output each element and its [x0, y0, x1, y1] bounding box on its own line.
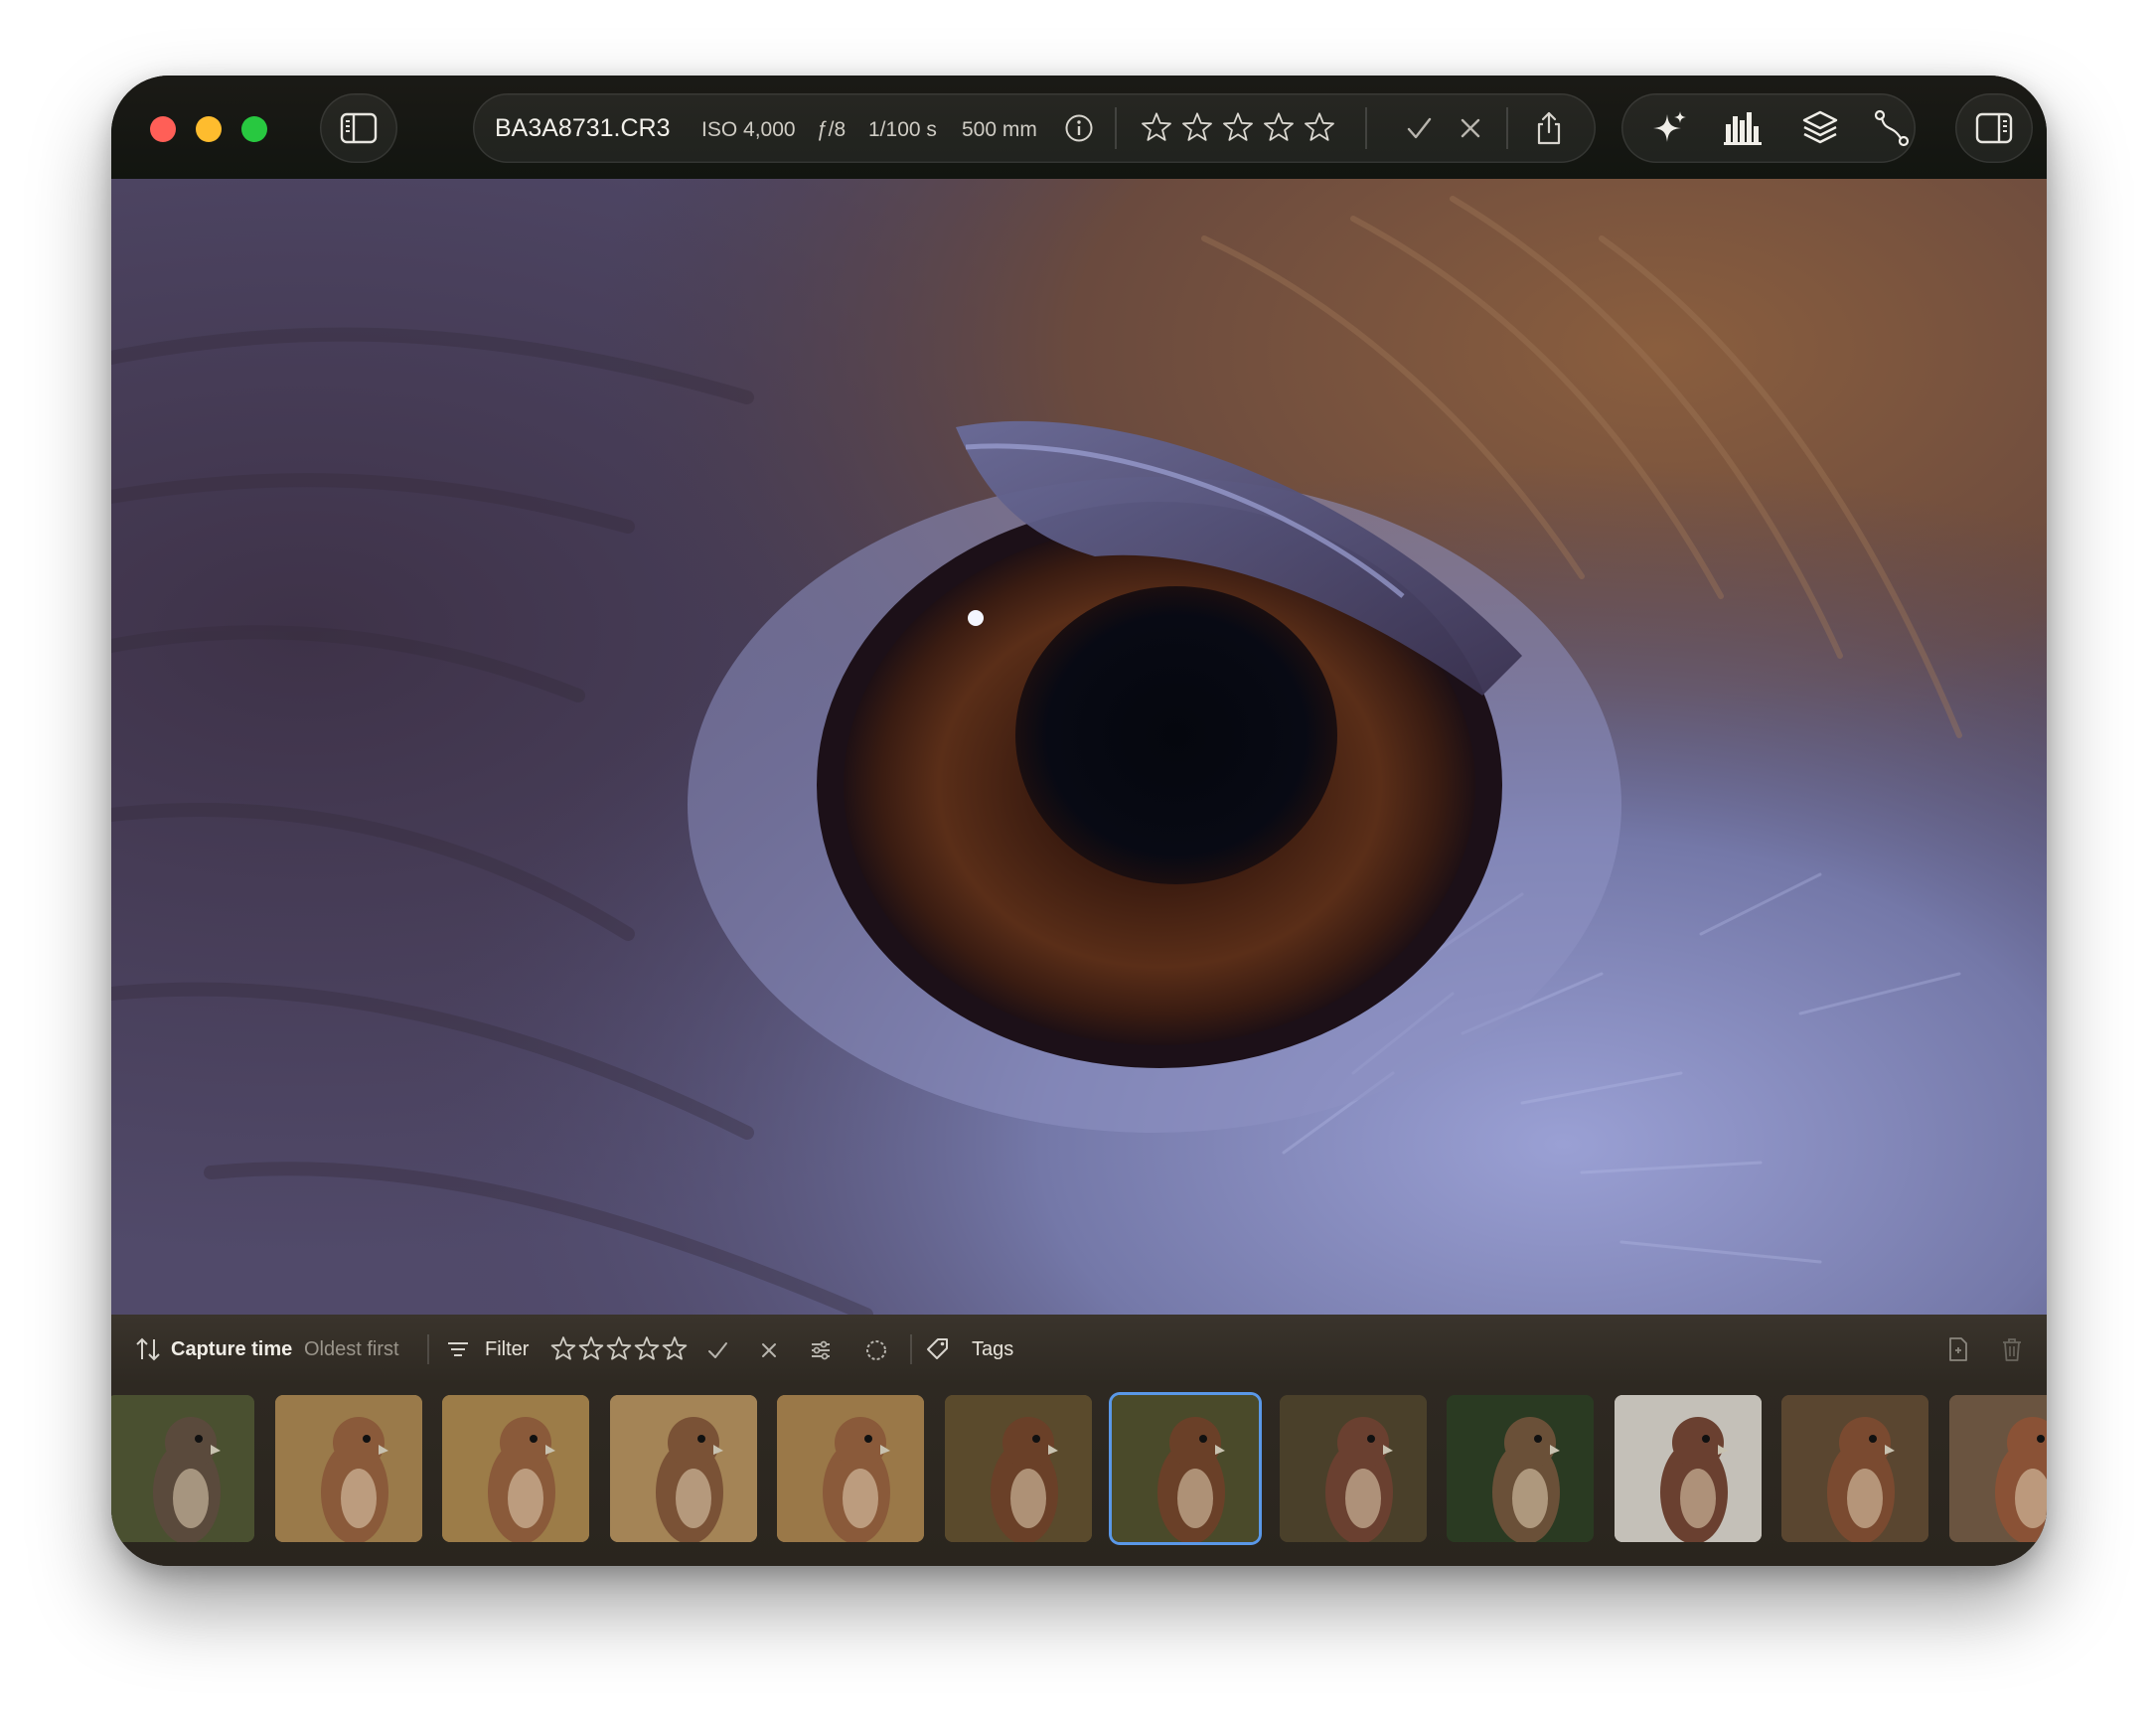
filter-label[interactable]: Filter — [485, 1336, 529, 1362]
thumb-hawk[interactable] — [1948, 1395, 2047, 1542]
sort-icon[interactable] — [133, 1334, 163, 1364]
thumb-kestrel[interactable] — [274, 1395, 422, 1542]
filter-rejected-x-icon[interactable] — [755, 1336, 783, 1364]
tags-label[interactable]: Tags — [972, 1336, 1013, 1362]
thumb-hawk[interactable] — [944, 1395, 1092, 1542]
zoom-window-button[interactable] — [241, 116, 267, 142]
info-icon[interactable] — [1063, 112, 1095, 144]
curve-tool-icon[interactable] — [1872, 107, 1912, 149]
filter-bar: Capture time Oldest first Filter Tags — [111, 1315, 2047, 1384]
filter-icon[interactable] — [445, 1336, 471, 1362]
thumb-hawk[interactable] — [1614, 1395, 1762, 1542]
thumb-kestrel[interactable] — [442, 1395, 589, 1542]
star-icon[interactable] — [550, 1336, 576, 1362]
app-window: BA3A8731.CR3 ISO 4,000 ƒ/8 1/100 s 500 m… — [111, 76, 2047, 1566]
thumb-hawk[interactable] — [1279, 1395, 1427, 1542]
star-icon[interactable] — [1141, 112, 1172, 144]
thumb-hawk[interactable] — [1781, 1395, 1928, 1542]
checkmark-icon[interactable] — [1403, 112, 1435, 144]
minimize-window-button[interactable] — [196, 116, 222, 142]
toolbar: BA3A8731.CR3 ISO 4,000 ƒ/8 1/100 s 500 m… — [111, 76, 2047, 179]
sidebar-right-icon — [1975, 111, 2013, 145]
iso-value: ISO 4,000 — [701, 118, 796, 141]
focal-length-value: 500 mm — [962, 118, 1037, 141]
sidebar-left-icon — [340, 111, 378, 145]
star-icon[interactable] — [1263, 112, 1295, 144]
thumb-kestrel[interactable] — [777, 1395, 924, 1542]
color-label-filter-icon[interactable] — [862, 1336, 890, 1364]
thumb-kestrel[interactable] — [609, 1395, 757, 1542]
file-icon[interactable] — [1945, 1334, 1971, 1364]
adjustments-filter-icon[interactable] — [807, 1336, 835, 1364]
toggle-left-sidebar-button[interactable] — [320, 93, 397, 163]
star-icon[interactable] — [1181, 112, 1213, 144]
star-icon[interactable] — [1222, 112, 1254, 144]
sort-order[interactable]: Oldest first — [304, 1336, 399, 1362]
reject-x-icon[interactable] — [1455, 112, 1486, 144]
sparkle-icon[interactable] — [1649, 108, 1689, 148]
toggle-right-sidebar-button[interactable] — [1955, 93, 2033, 163]
star-icon[interactable] — [606, 1336, 632, 1362]
hawk-eye-image — [111, 179, 2047, 1315]
sort-field[interactable]: Capture time — [171, 1336, 292, 1362]
shutter-value: 1/100 s — [868, 118, 937, 141]
star-icon[interactable] — [578, 1336, 604, 1362]
thumb-hawk-perched[interactable] — [1447, 1395, 1594, 1542]
share-icon[interactable] — [1532, 109, 1566, 147]
close-window-button[interactable] — [150, 116, 176, 142]
trash-icon[interactable] — [1999, 1334, 2025, 1364]
filmstrip — [111, 1384, 2047, 1566]
tag-icon[interactable] — [924, 1335, 952, 1363]
star-icon[interactable] — [662, 1336, 688, 1362]
filename: BA3A8731.CR3 — [495, 114, 671, 142]
histogram-icon[interactable] — [1723, 109, 1763, 147]
layers-icon[interactable] — [1800, 107, 1840, 149]
thumb-owl[interactable] — [111, 1395, 254, 1542]
thumb-hawk[interactable] — [1112, 1395, 1259, 1542]
photo-viewer[interactable] — [111, 179, 2047, 1315]
star-icon[interactable] — [634, 1336, 660, 1362]
aperture-value: ƒ/8 — [817, 118, 847, 141]
star-icon[interactable] — [1304, 112, 1335, 144]
filter-picked-checkmark-icon[interactable] — [703, 1336, 731, 1364]
